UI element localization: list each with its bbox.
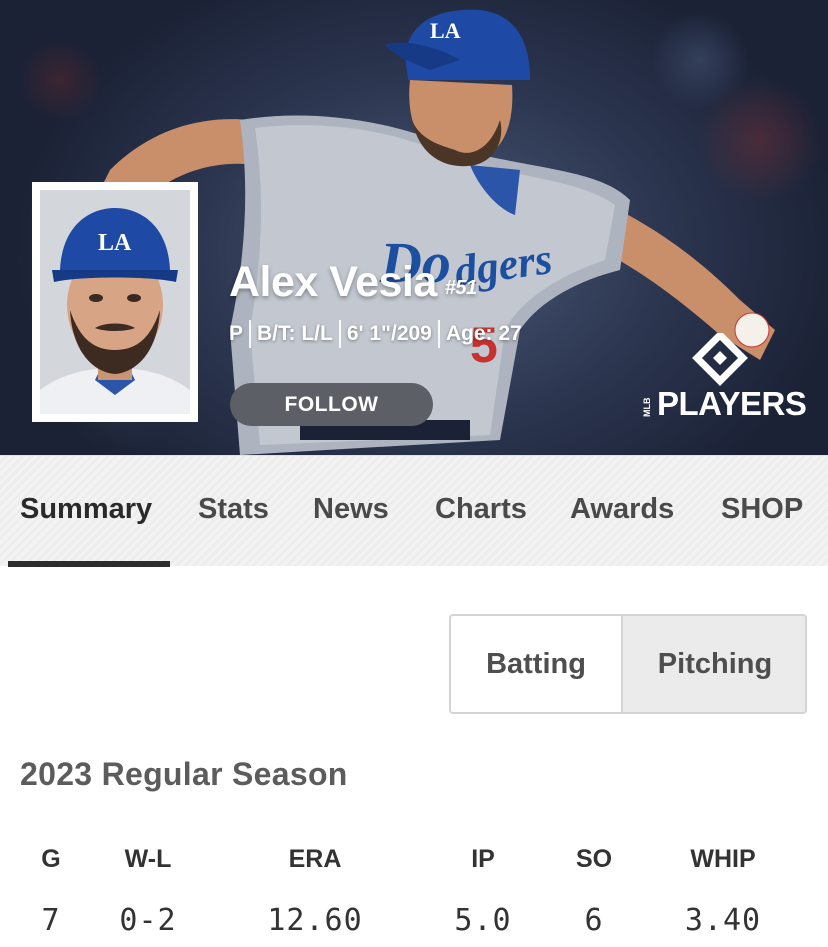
mlb-players-logo: MLB PLAYERS	[642, 333, 807, 422]
players-diamond-icon	[692, 333, 748, 386]
stat-header-g: G	[41, 845, 61, 873]
tab-awards[interactable]: Awards	[570, 493, 674, 526]
player-number: #51	[444, 277, 477, 299]
stat-value-g: 7	[41, 903, 61, 938]
player-headshot-photo: LA	[40, 190, 190, 414]
mlb-small-text: MLB	[642, 397, 652, 418]
tab-charts[interactable]: Charts	[435, 493, 527, 526]
player-position: P	[229, 322, 244, 345]
stat-header-whip: WHIP	[690, 845, 756, 873]
meta-divider	[437, 320, 440, 348]
batting-pitching-toggle: Batting Pitching	[449, 614, 807, 714]
stat-header-era: ERA	[288, 845, 342, 873]
stat-value-whip: 3.40	[684, 903, 762, 938]
pitching-toggle-button[interactable]: Pitching	[623, 616, 805, 712]
player-height-weight: 6' 1"/209	[346, 322, 432, 345]
meta-divider	[249, 320, 252, 348]
stat-value-ip: 5.0	[454, 903, 512, 938]
player-name-text: Alex Vesia	[229, 258, 437, 306]
headshot-cap-logo: LA	[98, 230, 132, 256]
batting-toggle-button[interactable]: Batting	[451, 616, 623, 712]
tab-shop[interactable]: SHOP	[721, 493, 803, 526]
profile-tab-bar: Summary Stats News Charts Awards SHOP	[0, 455, 828, 567]
player-name: Alex Vesia #51	[229, 258, 477, 307]
meta-divider	[338, 320, 341, 348]
stat-header-so: SO	[575, 845, 613, 873]
stat-header-ip: IP	[471, 845, 495, 873]
player-bats-throws: B/T: L/L	[257, 322, 333, 345]
tab-stats[interactable]: Stats	[198, 493, 269, 526]
player-headshot-frame: LA	[32, 182, 198, 422]
tab-news[interactable]: News	[313, 493, 389, 526]
season-title: 2023 Regular Season	[20, 756, 348, 792]
tab-summary[interactable]: Summary	[20, 493, 152, 526]
stat-value-era: 12.60	[267, 903, 363, 938]
player-hero-banner: Do dgers 5 LA LA Alex Vesia #51 P B/T: L…	[0, 0, 828, 455]
stat-header-wl: W-L	[124, 845, 172, 873]
active-tab-indicator	[8, 561, 170, 567]
player-meta-line: P B/T: L/L 6' 1"/209 Age: 27	[229, 320, 522, 348]
player-age: Age: 27	[445, 322, 522, 345]
cap-logo: LA	[430, 18, 461, 43]
follow-button[interactable]: FOLLOW	[230, 383, 433, 426]
stat-value-wl: 0-2	[119, 903, 177, 938]
players-logo-text: PLAYERS	[657, 385, 807, 422]
stat-value-so: 6	[584, 903, 604, 938]
